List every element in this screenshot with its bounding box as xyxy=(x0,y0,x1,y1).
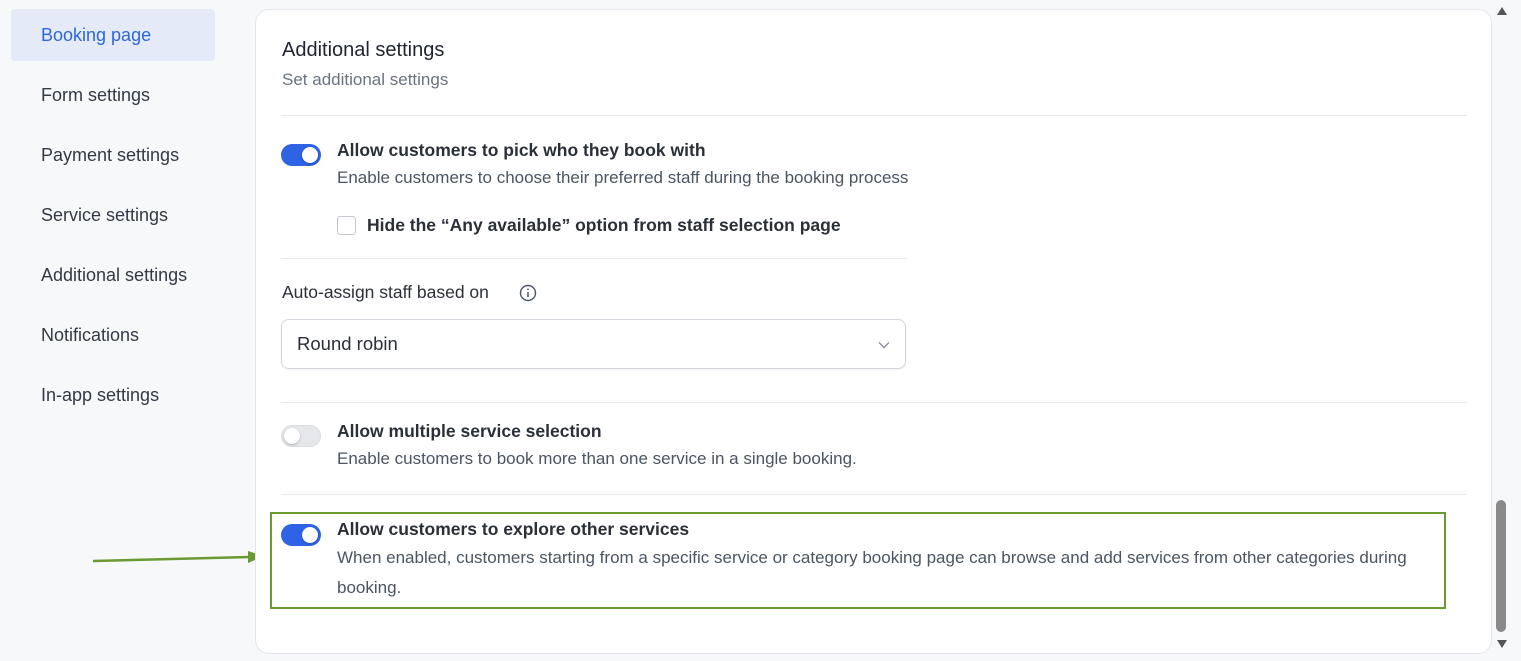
divider xyxy=(281,115,1467,116)
scroll-down-icon[interactable] xyxy=(1497,639,1507,649)
auto-assign-value: Round robin xyxy=(297,333,398,354)
sidebar-item-payment-settings[interactable]: Payment settings xyxy=(11,129,215,181)
hide-any-available-checkbox[interactable] xyxy=(337,216,356,235)
divider xyxy=(281,258,907,259)
auto-assign-label: Auto-assign staff based on xyxy=(282,282,489,302)
scrollbar[interactable] xyxy=(1493,0,1511,661)
section-subtitle: Set additional settings xyxy=(282,70,449,89)
auto-assign-select[interactable]: Round robin xyxy=(281,319,906,369)
pick-staff-description: Enable customers to choose their preferr… xyxy=(337,168,909,187)
multiple-service-title: Allow multiple service selection xyxy=(337,421,602,441)
pick-staff-title: Allow customers to pick who they book wi… xyxy=(337,140,706,160)
sidebar-item-form-settings[interactable]: Form settings xyxy=(11,69,215,121)
sidebar-item-notifications[interactable]: Notifications xyxy=(11,309,215,361)
divider xyxy=(281,402,1467,403)
chevron-down-icon xyxy=(878,342,890,349)
annotation-highlight-box xyxy=(270,512,1446,609)
info-icon[interactable] xyxy=(519,284,537,302)
divider xyxy=(281,494,1467,495)
scrollbar-thumb[interactable] xyxy=(1496,500,1506,632)
annotation-arrow-icon xyxy=(92,551,264,563)
sidebar-item-additional-settings[interactable]: Additional settings xyxy=(11,249,215,301)
sidebar-item-booking-page[interactable]: Booking page xyxy=(11,9,215,61)
scroll-up-icon[interactable] xyxy=(1497,6,1507,16)
section-title: Additional settings xyxy=(282,39,445,61)
multiple-service-description: Enable customers to book more than one s… xyxy=(337,449,857,468)
sidebar-item-service-settings[interactable]: Service settings xyxy=(11,189,215,241)
hide-any-available-label: Hide the “Any available” option from sta… xyxy=(367,215,841,235)
sidebar-item-in-app-settings[interactable]: In-app settings xyxy=(11,369,215,421)
pick-staff-toggle[interactable] xyxy=(281,144,321,166)
multiple-service-toggle[interactable] xyxy=(281,425,321,447)
